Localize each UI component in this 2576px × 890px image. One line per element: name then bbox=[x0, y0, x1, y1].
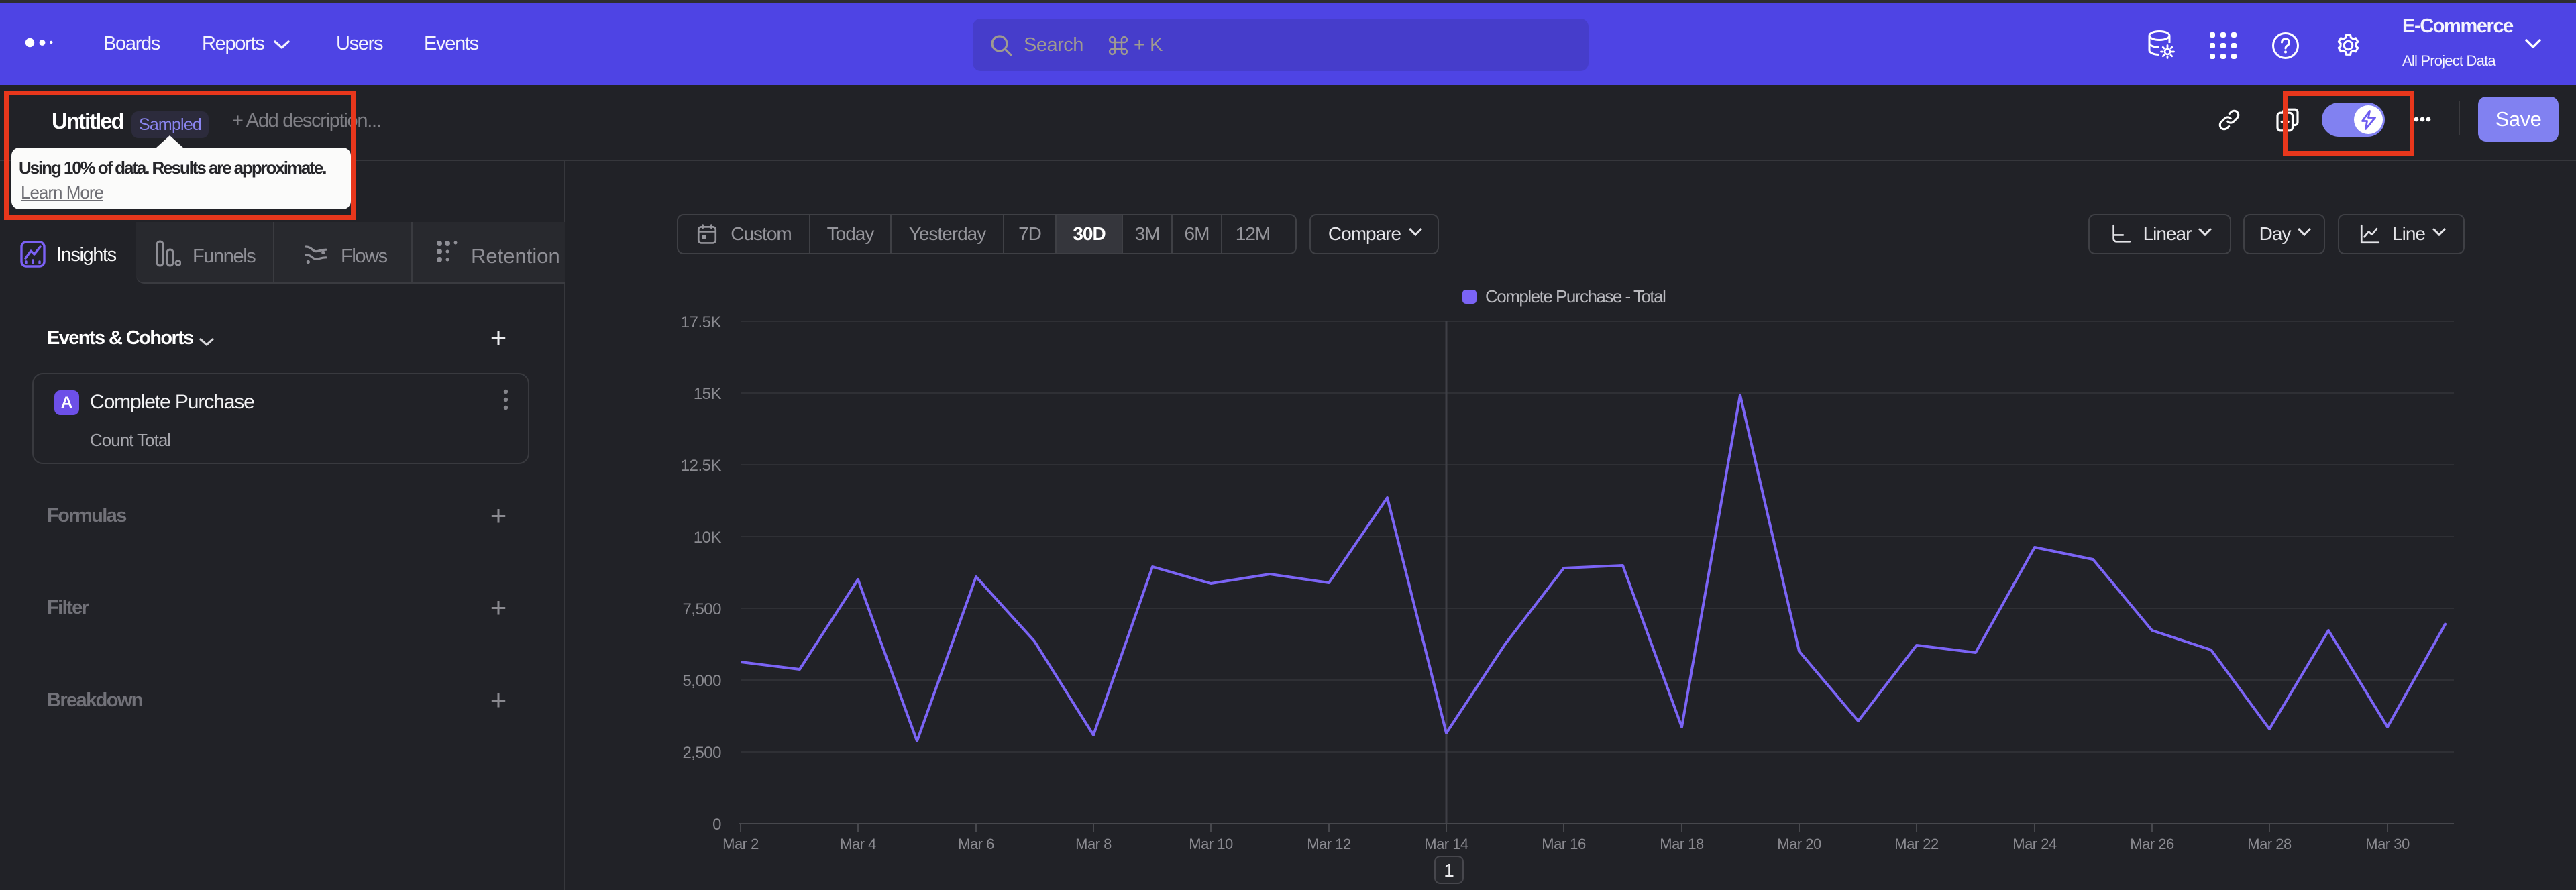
svg-text:0: 0 bbox=[712, 816, 721, 834]
svg-text:Mar 2: Mar 2 bbox=[722, 836, 759, 852]
svg-text:Mar 10: Mar 10 bbox=[1189, 836, 1233, 852]
svg-text:Mar 20: Mar 20 bbox=[1777, 836, 1821, 852]
svg-text:Mar 6: Mar 6 bbox=[958, 836, 994, 852]
svg-text:Mar 22: Mar 22 bbox=[1894, 836, 1939, 852]
svg-text:5,000: 5,000 bbox=[682, 672, 721, 690]
svg-text:7,500: 7,500 bbox=[682, 600, 721, 618]
svg-text:Complete Purchase - Total: Complete Purchase - Total bbox=[1485, 286, 1666, 307]
svg-text:2,500: 2,500 bbox=[682, 744, 721, 762]
svg-text:Mar 30: Mar 30 bbox=[2365, 836, 2410, 852]
svg-text:Mar 28: Mar 28 bbox=[2247, 836, 2292, 852]
svg-text:Mar 12: Mar 12 bbox=[1307, 836, 1351, 852]
svg-text:Mar 8: Mar 8 bbox=[1075, 836, 1112, 852]
svg-text:Mar 16: Mar 16 bbox=[1542, 836, 1586, 852]
svg-text:10K: 10K bbox=[694, 529, 722, 547]
svg-text:Mar 24: Mar 24 bbox=[2012, 836, 2057, 852]
svg-text:15K: 15K bbox=[694, 385, 722, 403]
svg-text:Mar 4: Mar 4 bbox=[840, 836, 876, 852]
svg-text:17.5K: 17.5K bbox=[681, 313, 722, 331]
svg-text:12.5K: 12.5K bbox=[681, 457, 722, 475]
svg-text:Mar 14: Mar 14 bbox=[1424, 836, 1468, 852]
svg-text:Mar 18: Mar 18 bbox=[1660, 836, 1704, 852]
svg-text:Mar 26: Mar 26 bbox=[2130, 836, 2174, 852]
